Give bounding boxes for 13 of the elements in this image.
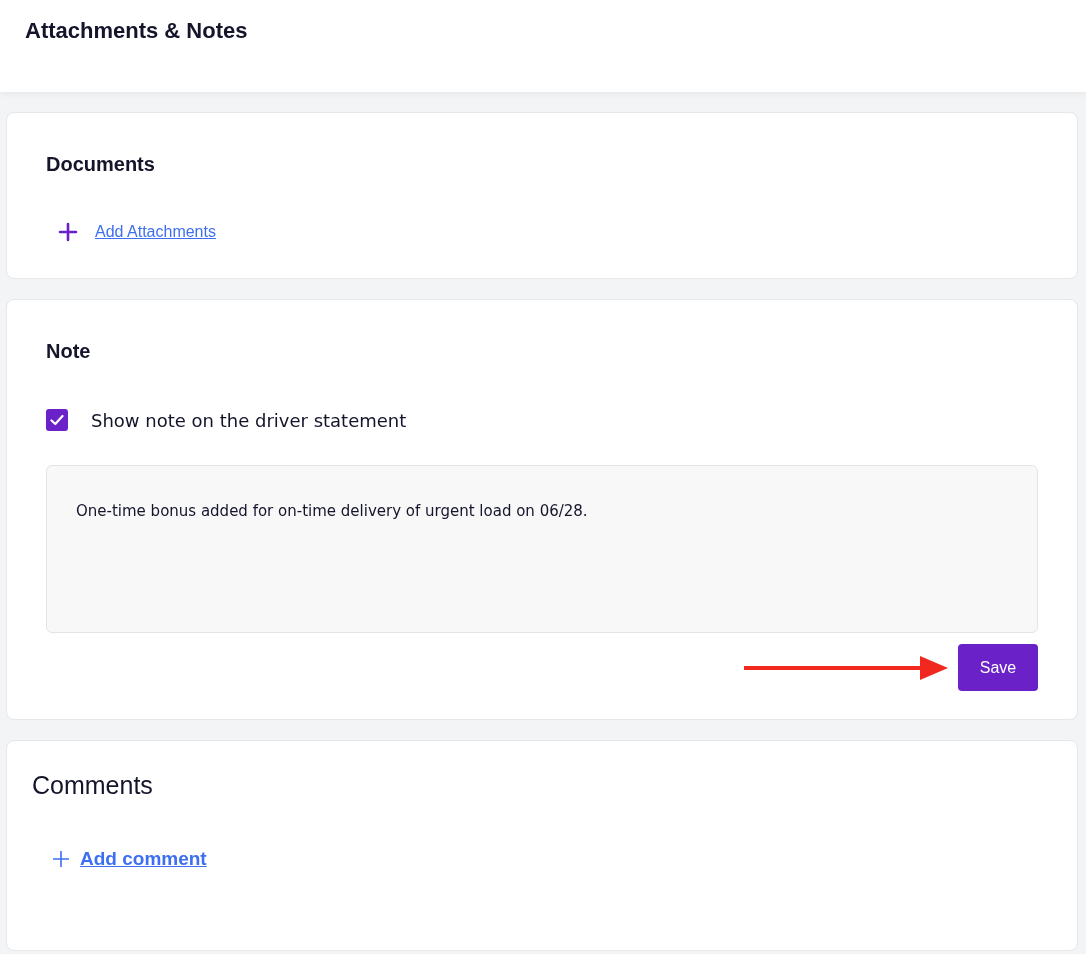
checkmark-icon [50,414,64,426]
add-attachments-link[interactable]: Add Attachments [95,223,216,241]
section-title: Comments [32,771,154,800]
note-field[interactable]: One-time bonus added for on-time delivery of urgent load on 06/28. [46,465,1038,633]
checkbox[interactable] [46,409,68,431]
save-button[interactable]: Save [958,644,1038,691]
section-title: Note [46,340,92,363]
plus-icon [52,850,70,868]
add-comment-link[interactable]: Add comment [80,848,207,870]
checkbox-label: Show note on the driver statement [91,409,407,431]
page-title: Attachments & Notes [25,18,248,44]
plus-icon [58,222,78,242]
section-title: Documents [46,153,156,176]
